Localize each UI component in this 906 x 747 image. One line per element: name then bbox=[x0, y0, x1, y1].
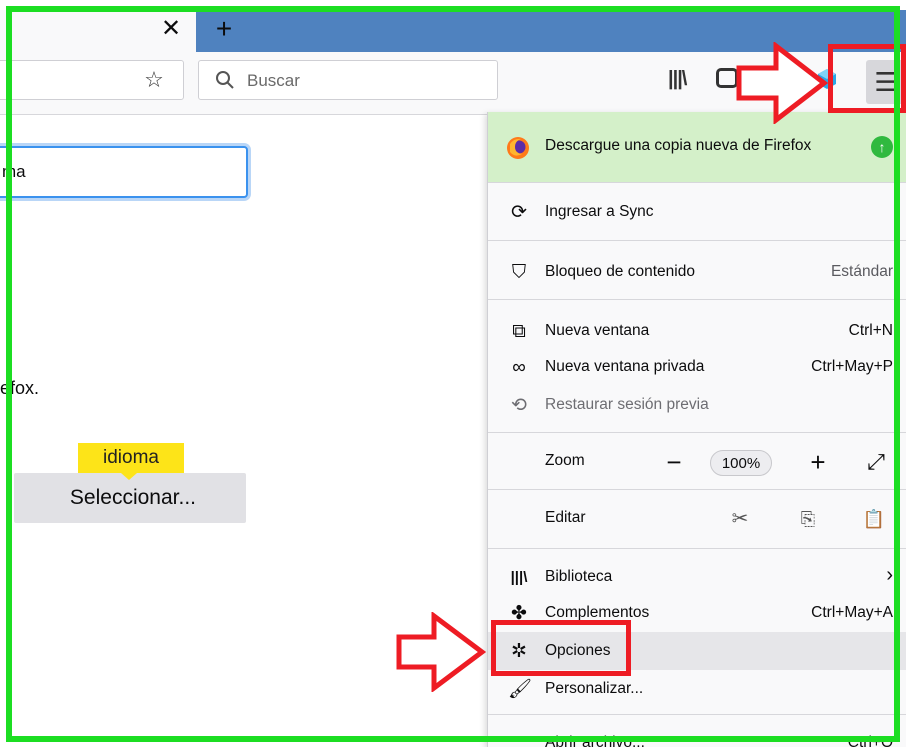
annotation-frame bbox=[6, 6, 900, 742]
